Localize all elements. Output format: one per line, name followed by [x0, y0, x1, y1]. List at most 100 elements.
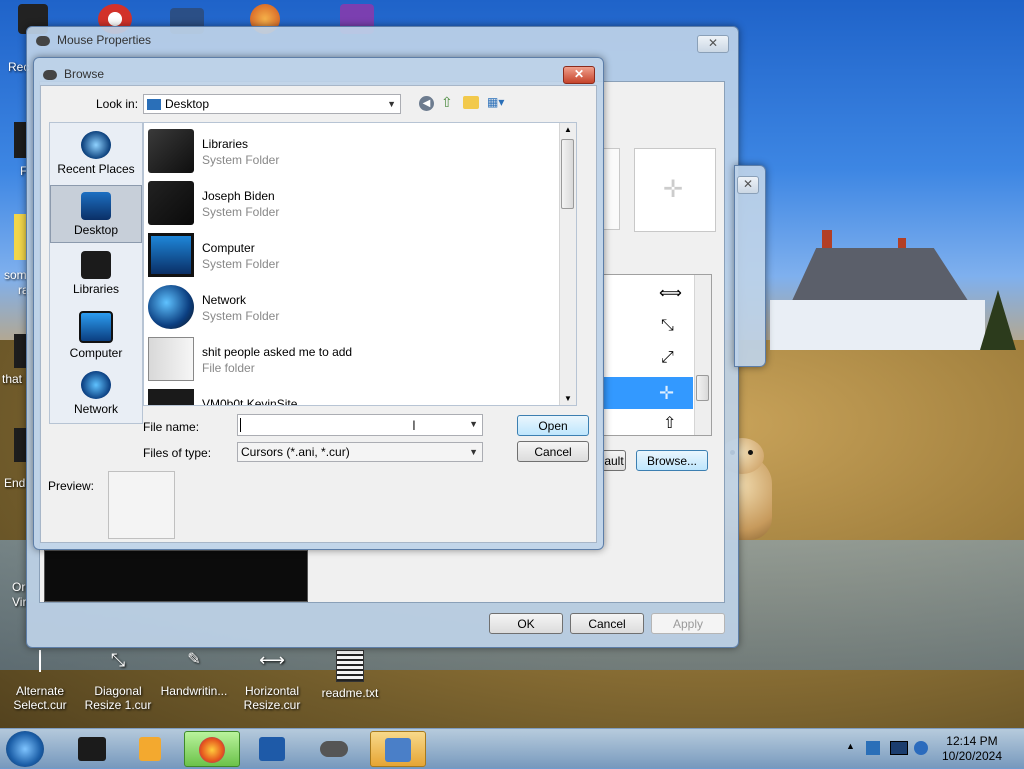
ok-button[interactable]: OK	[489, 613, 563, 634]
icon-label: Resize.cur	[243, 698, 301, 712]
files-of-type-label: Files of type:	[143, 446, 212, 460]
desktop-icon-alternate-select[interactable]: Alternate Select.cur	[0, 650, 80, 712]
close-button[interactable]: ✕	[563, 66, 595, 84]
scheme-combo-partial[interactable]	[602, 148, 620, 230]
volume-icon[interactable]	[914, 741, 928, 755]
tray-icon[interactable]	[866, 741, 880, 755]
cursor-list-scrollbar[interactable]	[694, 275, 711, 435]
cursor-list[interactable]: ⟺ ⤡ ⤢ ✛ ⇧	[602, 274, 712, 436]
start-button[interactable]	[6, 731, 44, 767]
chevron-down-icon: ▼	[469, 447, 478, 457]
horizontal-arrow-icon: ⟷	[259, 650, 285, 670]
file-list-scrollbar[interactable]: ▲ ▼	[559, 123, 576, 405]
chevron-down-icon[interactable]: ▼	[469, 415, 478, 433]
user-folder-icon	[148, 181, 194, 225]
file-type: System Folder	[202, 153, 280, 167]
scrollbar-thumb[interactable]	[696, 375, 709, 401]
cursor-file-icon	[39, 650, 41, 672]
view-menu-icon[interactable]: ▦▾	[487, 95, 511, 110]
place-desktop[interactable]: Desktop	[50, 185, 142, 243]
new-folder-icon[interactable]	[463, 96, 479, 109]
taskbar-app-control-panel[interactable]	[370, 731, 426, 767]
show-hidden-icons-icon[interactable]: ▲	[846, 741, 855, 751]
shadow-preview	[44, 550, 308, 602]
browse-dialog: Browse ✕ Look in: Desktop ▼ ◀ ⇧ ▦▾ Recen…	[33, 57, 604, 550]
desktop-icon-readme[interactable]: readme.txt	[310, 650, 390, 700]
place-network[interactable]: Network	[50, 371, 142, 416]
file-list[interactable]: Libraries System Folder Joseph Biden Sys…	[143, 122, 577, 406]
i-beam-cursor-icon: I	[412, 417, 416, 433]
alternate-select-icon: ⇧	[663, 415, 677, 432]
icon-label: Handwritin...	[160, 684, 228, 698]
file-type: System Folder	[202, 257, 280, 271]
icon-label: Horizontal	[244, 684, 300, 698]
network-tray-icon[interactable]	[890, 741, 908, 755]
icon-label: Select.cur	[13, 698, 67, 712]
scroll-up-icon[interactable]: ▲	[564, 125, 572, 134]
close-button[interactable]: ✕	[697, 35, 729, 53]
scrollbar-thumb[interactable]	[561, 139, 574, 209]
look-in-combo[interactable]: Desktop ▼	[143, 94, 401, 114]
move-cursor-icon: ✛	[659, 383, 675, 403]
clock[interactable]: 12:14 PM 10/20/2024	[942, 734, 1002, 764]
network-icon	[81, 371, 111, 399]
desktop-icon	[147, 99, 161, 111]
background-window-partial: ✕	[734, 165, 766, 367]
place-computer[interactable]: Computer	[50, 311, 142, 360]
selected-cursor-row[interactable]: ✛	[603, 377, 693, 409]
mouse-icon	[320, 741, 348, 757]
file-type: File folder	[202, 361, 255, 375]
apply-button[interactable]: Apply	[651, 613, 725, 634]
file-name-input[interactable]: I ▼	[237, 414, 483, 436]
use-default-button[interactable]: ault	[602, 450, 626, 471]
place-recent-places[interactable]: Recent Places	[50, 131, 142, 176]
file-name: Computer	[202, 241, 255, 255]
list-item[interactable]: shit people asked me to add File folder	[148, 335, 558, 385]
cursor-preview: ✛	[634, 148, 716, 232]
libraries-icon	[81, 251, 111, 279]
files-of-type-select[interactable]: Cursors (*.ani, *.cur) ▼	[237, 442, 483, 462]
taskbar-app-virtualbox[interactable]	[244, 731, 300, 767]
cancel-button[interactable]: Cancel	[517, 441, 589, 462]
look-in-value: Desktop	[165, 97, 210, 111]
taskbar-app-mouse[interactable]	[306, 731, 362, 767]
diagonal-resize-2-icon: ⤢	[661, 349, 674, 366]
window-title: Mouse Properties	[57, 33, 152, 47]
desktop-icon-diagonal-resize[interactable]: ⤡ Diagonal Resize 1.cur	[78, 650, 158, 712]
desktop-label: that	[2, 372, 23, 386]
list-item[interactable]: Joseph Biden System Folder	[148, 179, 558, 229]
taskbar-app-firefox[interactable]	[184, 731, 240, 767]
scroll-down-icon[interactable]: ▼	[564, 394, 572, 403]
cancel-button[interactable]: Cancel	[570, 613, 644, 634]
desktop-icon-handwriting[interactable]: ✎ Handwritin...	[154, 650, 234, 698]
close-button[interactable]: ✕	[737, 176, 759, 194]
move-cursor-icon: ✛	[663, 176, 684, 203]
preview-box	[108, 471, 175, 539]
place-label: Computer	[69, 346, 123, 360]
taskbar-app-explorer[interactable]	[64, 731, 120, 767]
place-libraries[interactable]: Libraries	[50, 251, 142, 296]
back-icon[interactable]: ◀	[419, 96, 434, 111]
list-item[interactable]: Libraries System Folder	[148, 127, 558, 177]
browse-client: Look in: Desktop ▼ ◀ ⇧ ▦▾ Recent Places …	[40, 85, 597, 543]
open-button[interactable]: Open	[517, 415, 589, 436]
list-item[interactable]: Network System Folder	[148, 283, 558, 333]
control-panel-icon	[385, 738, 411, 762]
libraries-icon	[148, 129, 194, 173]
mouse-icon	[36, 36, 50, 46]
place-label: Recent Places	[57, 162, 135, 176]
browse-button[interactable]: Browse...	[636, 450, 708, 471]
look-in-label: Look in:	[96, 97, 139, 111]
diagonal-resize-icon: ⤡	[661, 317, 674, 334]
place-label: Libraries	[72, 282, 120, 296]
computer-icon	[148, 233, 194, 277]
firefox-icon	[199, 737, 225, 763]
file-icon	[148, 389, 194, 405]
desktop-icon-horizontal-resize[interactable]: ⟷ Horizontal Resize.cur	[232, 650, 312, 712]
icon-label: Alternate	[15, 684, 65, 698]
list-item[interactable]: Computer System Folder	[148, 231, 558, 281]
list-item[interactable]: VM0b0t KevinSite	[148, 387, 558, 405]
desktop-label: End	[4, 476, 26, 490]
up-folder-icon[interactable]: ⇧	[441, 94, 457, 110]
taskbar-app-media[interactable]	[122, 731, 178, 767]
